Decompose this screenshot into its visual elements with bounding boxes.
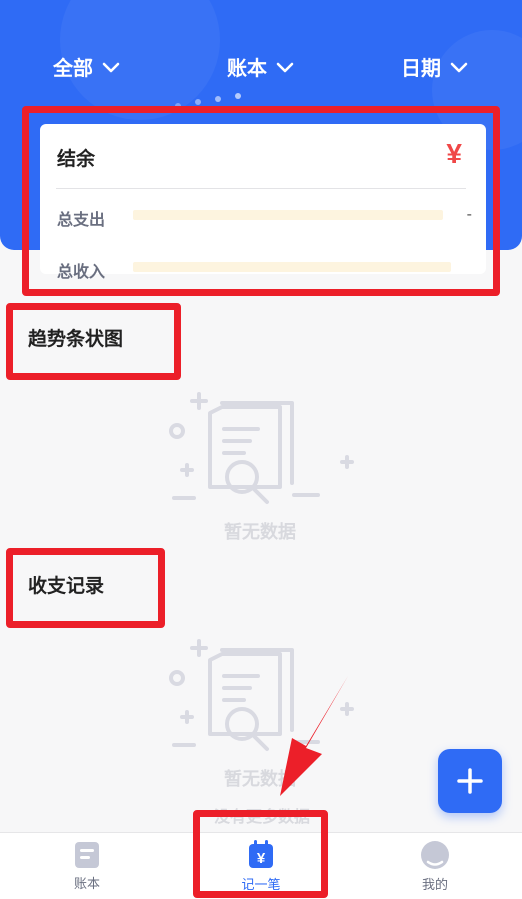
annotation-box xyxy=(193,810,328,898)
chevron-down-icon xyxy=(102,62,120,72)
add-record-button[interactable] xyxy=(438,749,502,813)
filter-all[interactable]: 全部 xyxy=(53,52,121,81)
empty-document-icon xyxy=(169,392,354,504)
annotation-box xyxy=(6,303,181,380)
profile-icon xyxy=(421,840,449,869)
filter-label: 日期 xyxy=(401,58,441,80)
nav-label: 我的 xyxy=(421,876,448,892)
nav-item-profile[interactable]: 我的 xyxy=(348,833,522,899)
chevron-down-icon xyxy=(276,62,294,72)
annotation-box xyxy=(22,106,500,296)
nav-label: 账本 xyxy=(73,875,100,891)
nav-item-ledger[interactable]: 账本 xyxy=(0,833,174,899)
filter-date[interactable]: 日期 xyxy=(401,52,469,81)
annotation-arrow xyxy=(280,676,348,796)
chevron-down-icon xyxy=(450,62,468,72)
trend-empty-state: 暂无数据 xyxy=(160,385,360,545)
filter-bar: 全部 账本 日期 xyxy=(0,52,522,81)
filter-label: 账本 xyxy=(227,58,267,80)
ledger-icon xyxy=(75,841,99,868)
annotation-box xyxy=(6,548,165,628)
plus-icon xyxy=(457,768,483,794)
filter-label: 全部 xyxy=(53,58,93,80)
filter-ledger[interactable]: 账本 xyxy=(227,52,295,81)
empty-text: 暂无数据 xyxy=(224,522,296,542)
